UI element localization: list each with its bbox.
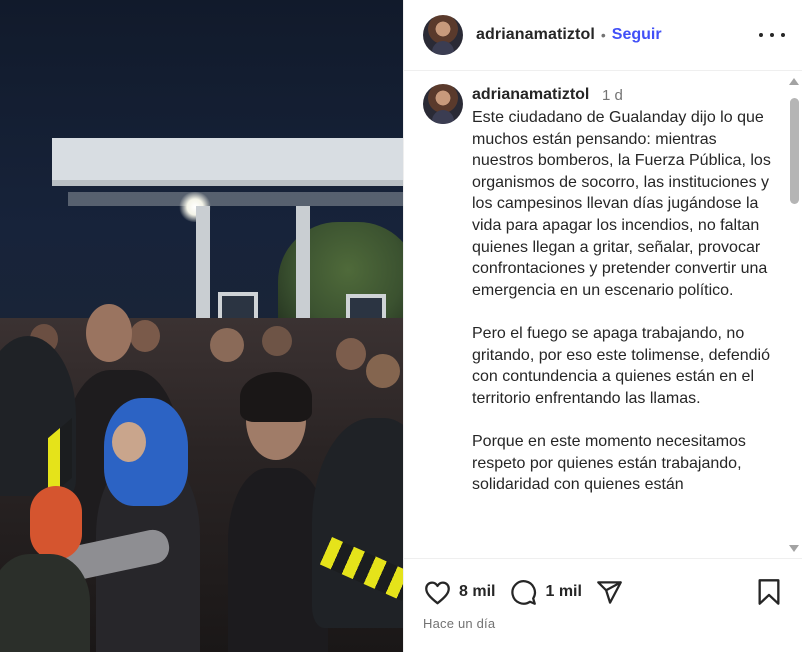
person-head bbox=[336, 338, 366, 370]
person-head bbox=[262, 326, 292, 356]
scrollbar-thumb[interactable] bbox=[790, 98, 799, 204]
red-object bbox=[30, 486, 82, 560]
scrollbar[interactable] bbox=[786, 72, 802, 558]
person-head bbox=[130, 320, 160, 352]
caption-paragraph: Pero el fuego se apaga trabajando, no gr… bbox=[472, 324, 770, 407]
police-officer-cap bbox=[312, 418, 403, 628]
caption-paragraph: Este ciudadano de Gualanday dijo lo que … bbox=[472, 109, 771, 299]
separator-dot: • bbox=[600, 27, 606, 43]
person-hair bbox=[240, 372, 312, 422]
police-body bbox=[0, 554, 90, 652]
comment-icon[interactable] bbox=[509, 578, 537, 606]
author-avatar[interactable] bbox=[423, 15, 463, 55]
like-count[interactable]: 8 mil bbox=[459, 583, 495, 601]
dot bbox=[770, 33, 774, 37]
post-media-video[interactable] bbox=[0, 0, 403, 652]
post-actions: 8 mil 1 mil Hace un día bbox=[404, 558, 802, 652]
caption-paragraph: Porque en este momento necesitamos respe… bbox=[472, 432, 746, 494]
author-username[interactable]: adrianamatiztol bbox=[476, 26, 595, 44]
post-panel: adrianamatiztol • Seguir adrianamatiztol… bbox=[403, 0, 802, 652]
caption-text: Este ciudadano de Gualanday dijo lo que … bbox=[472, 107, 772, 517]
canopy-shadow bbox=[68, 192, 403, 206]
person-head bbox=[86, 304, 132, 362]
paper-plane-icon[interactable] bbox=[596, 578, 624, 606]
person-head bbox=[210, 328, 244, 362]
instagram-post-view: adrianamatiztol • Seguir adrianamatiztol… bbox=[0, 0, 802, 652]
caption-age[interactable]: 1 d bbox=[602, 87, 623, 104]
heart-icon[interactable] bbox=[423, 578, 451, 606]
action-row: 8 mil 1 mil bbox=[423, 578, 624, 606]
dot bbox=[781, 33, 785, 37]
crowd bbox=[0, 304, 403, 652]
follow-button[interactable]: Seguir bbox=[612, 26, 662, 44]
caption-author-avatar[interactable] bbox=[423, 84, 463, 124]
person-head bbox=[366, 354, 400, 388]
caption-area: adrianamatiztol 1 d Este ciudadano de Gu… bbox=[404, 72, 787, 558]
gas-station-canopy bbox=[52, 138, 403, 186]
more-options-icon[interactable] bbox=[759, 24, 785, 46]
bookmark-icon[interactable] bbox=[757, 578, 785, 606]
scroll-down-arrow-icon[interactable] bbox=[789, 545, 799, 552]
caption-author-username[interactable]: adrianamatiztol bbox=[472, 86, 589, 104]
post-header: adrianamatiztol • Seguir bbox=[404, 0, 802, 71]
person-face bbox=[112, 422, 146, 462]
dot bbox=[759, 33, 763, 37]
scroll-up-arrow-icon[interactable] bbox=[789, 78, 799, 85]
comment-count[interactable]: 1 mil bbox=[545, 583, 581, 601]
post-timestamp[interactable]: Hace un día bbox=[423, 616, 495, 631]
